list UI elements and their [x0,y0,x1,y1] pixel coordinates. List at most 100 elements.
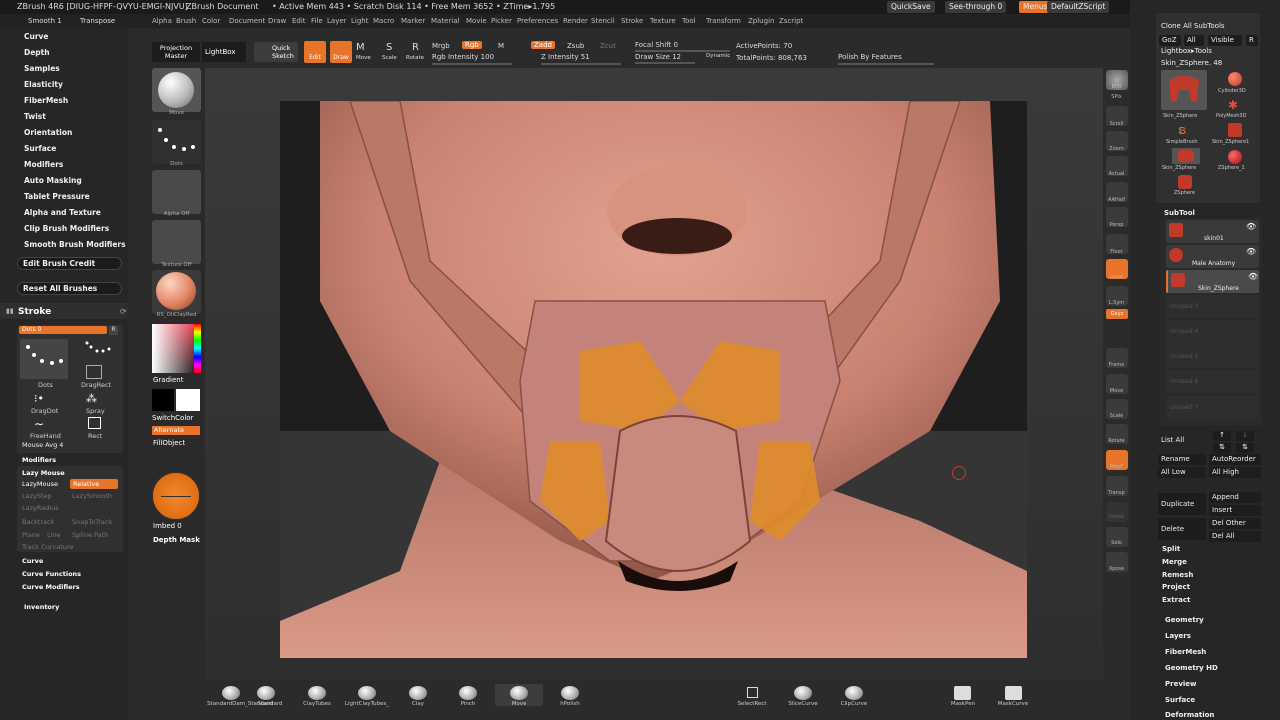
menu-marker[interactable]: Marker [401,17,425,25]
fill-object-button[interactable]: FillObject [153,439,185,447]
tool-thumb-move[interactable] [152,68,201,112]
skin-zsphere1-icon[interactable] [1228,123,1242,137]
zsphere-icon[interactable] [1178,175,1192,189]
rename-button[interactable]: Rename [1158,454,1206,465]
brush-section-orientation[interactable]: Orientation [24,128,72,137]
rect-stroke-icon[interactable] [88,417,101,429]
brush-label-hpolish[interactable]: hPolish [560,701,579,707]
sculpt-model[interactable] [280,101,1027,658]
curve-modifiers-section[interactable]: Curve Modifiers [22,583,80,591]
maskcurve-icon[interactable] [1005,686,1022,700]
move-mode-label[interactable]: Move [356,55,371,61]
hue-strip[interactable] [194,324,201,373]
polymesh3d-icon[interactable]: ✱ [1228,98,1238,112]
merge-section[interactable]: Merge [1162,558,1187,566]
visibility-eye-icon[interactable]: 👁 [1246,247,1256,256]
menu-macro[interactable]: Macro [373,17,394,25]
duplicate-button[interactable]: Duplicate [1158,493,1206,515]
stroke-dragrect-button[interactable] [75,339,119,361]
visible-button[interactable]: Visible [1208,35,1242,46]
draw-size-track[interactable] [635,62,695,64]
menu-picker[interactable]: Picker [491,17,512,25]
menu-stencil[interactable]: Stencil [591,17,615,25]
move-mode-icon[interactable]: M [356,42,365,53]
pin-icon[interactable]: ▮▮ [6,307,14,315]
subtool-row-skin-zsphere[interactable]: Skin_ZSphere 👁 [1166,270,1259,293]
zadd-button[interactable]: Zadd [531,41,555,49]
brush-section-samples[interactable]: Samples [24,64,60,73]
edit-brush-credit-button[interactable]: Edit Brush Credit [17,257,122,270]
edit-mode-button[interactable]: Edit [304,41,326,63]
snaptotrack-toggle[interactable]: SnapToTrack [72,518,112,526]
reset-all-brushes-button[interactable]: Reset All Brushes [17,282,122,295]
zsphere1-icon[interactable] [1228,150,1242,164]
menu-stroke[interactable]: Stroke [621,17,643,25]
brush-section-smooth-modifiers[interactable]: Smooth Brush Modifiers [24,240,126,249]
line-toggle[interactable]: Line [47,531,61,539]
menu-render[interactable]: Render [563,17,588,25]
current-tool-slider[interactable]: Skin_ZSphere. 48 [1161,59,1222,67]
spline-path-toggle[interactable]: Spline Path [72,531,108,539]
menu-zscript[interactable]: Zscript [779,17,803,25]
polish-by-features-slider[interactable]: Polish By Features [838,53,902,61]
mouse-avg-slider[interactable]: Mouse Avg 4 [22,441,63,449]
spix-label[interactable]: SPix [1103,94,1130,100]
tool-thumb-skin-zsphere[interactable] [1161,70,1207,110]
delete-button[interactable]: Delete [1158,518,1206,540]
brush-label-maskcurve[interactable]: MaskCurve [998,701,1028,707]
secondary-color-swatch[interactable] [176,389,200,411]
skin-zsphere-small-icon[interactable] [1172,148,1200,164]
lazystep-slider[interactable]: LazyStep [22,492,52,500]
zcut-button[interactable]: Zcut [600,42,616,50]
dragrect-alt-icon[interactable] [86,365,102,379]
menu-zplugin[interactable]: Zplugin [748,17,774,25]
focal-shift-track[interactable] [635,50,730,52]
brush-label-claytubes[interactable]: ClayTubes [303,701,331,707]
material-thumb[interactable] [152,270,201,314]
all-high-button[interactable]: All High [1209,467,1261,478]
move-down-arrow-icon[interactable]: ↓ [1236,431,1254,441]
menu-material[interactable]: Material [431,17,459,25]
insert-button[interactable]: Insert [1209,505,1261,516]
lazy-mouse-section[interactable]: Lazy Mouse [22,469,65,477]
spray-icon[interactable]: ⁂ [86,392,104,406]
inventory-section[interactable]: Inventory [24,603,59,611]
see-through-slider[interactable]: See-through 0 [945,1,1007,13]
menu-texture[interactable]: Texture [650,17,676,25]
track-curvature-slider[interactable]: Track Curvature [22,543,73,551]
plane-toggle[interactable]: Plane [22,531,40,539]
list-all-button[interactable]: List All [1161,436,1184,444]
move-up-arrow-icon[interactable]: ↑ [1213,431,1231,441]
deformation-section[interactable]: Deformation [1165,711,1214,719]
menu-brush[interactable]: Brush [176,17,196,25]
layers-section[interactable]: Layers [1165,632,1191,640]
visibility-eye-icon[interactable]: 👁 [1248,272,1258,281]
alternate-toggle[interactable]: Alternate [152,426,200,435]
menu-transform[interactable]: Transform [706,17,741,25]
all-button[interactable]: All [1184,35,1204,46]
palette-settings-icon[interactable]: ⟳ [120,307,127,316]
main-color-swatch[interactable] [152,389,174,411]
brush-label-maskpen[interactable]: MaskPen [951,701,975,707]
brush-hpolish-icon[interactable] [561,686,579,700]
document-title[interactable]: ZBrush Document [186,2,259,11]
lazyradius-slider[interactable]: LazyRadius [22,504,59,512]
brush-lightclaytubes-icon[interactable] [358,686,376,700]
brush-section-modifiers[interactable]: Modifiers [24,160,63,169]
lightbox-button[interactable]: LightBox [202,42,246,62]
quicksave-button[interactable]: QuickSave [887,1,935,13]
brush-section-depth[interactable]: Depth [24,48,50,57]
brush-pinch-icon[interactable] [459,686,477,700]
subtool-row-male-anatomy[interactable]: Male Anatomy 👁 [1166,245,1259,268]
goz-button[interactable]: GoZ [1159,35,1181,46]
menu-movie[interactable]: Movie [466,17,487,25]
visibility-eye-icon[interactable]: 👁 [1246,222,1256,231]
brush-label-move[interactable]: Move [512,701,527,707]
remesh-section[interactable]: Remesh [1162,571,1193,579]
menu-alpha[interactable]: Alpha [152,17,172,25]
brush-standard-icon[interactable] [257,686,275,700]
texture-thumb[interactable] [152,220,201,264]
default-zscript-button[interactable]: DefaultZScript [1047,1,1110,13]
rgb-button[interactable]: Rgb [462,41,482,49]
simplebrush-icon[interactable]: ຣ [1178,123,1186,137]
